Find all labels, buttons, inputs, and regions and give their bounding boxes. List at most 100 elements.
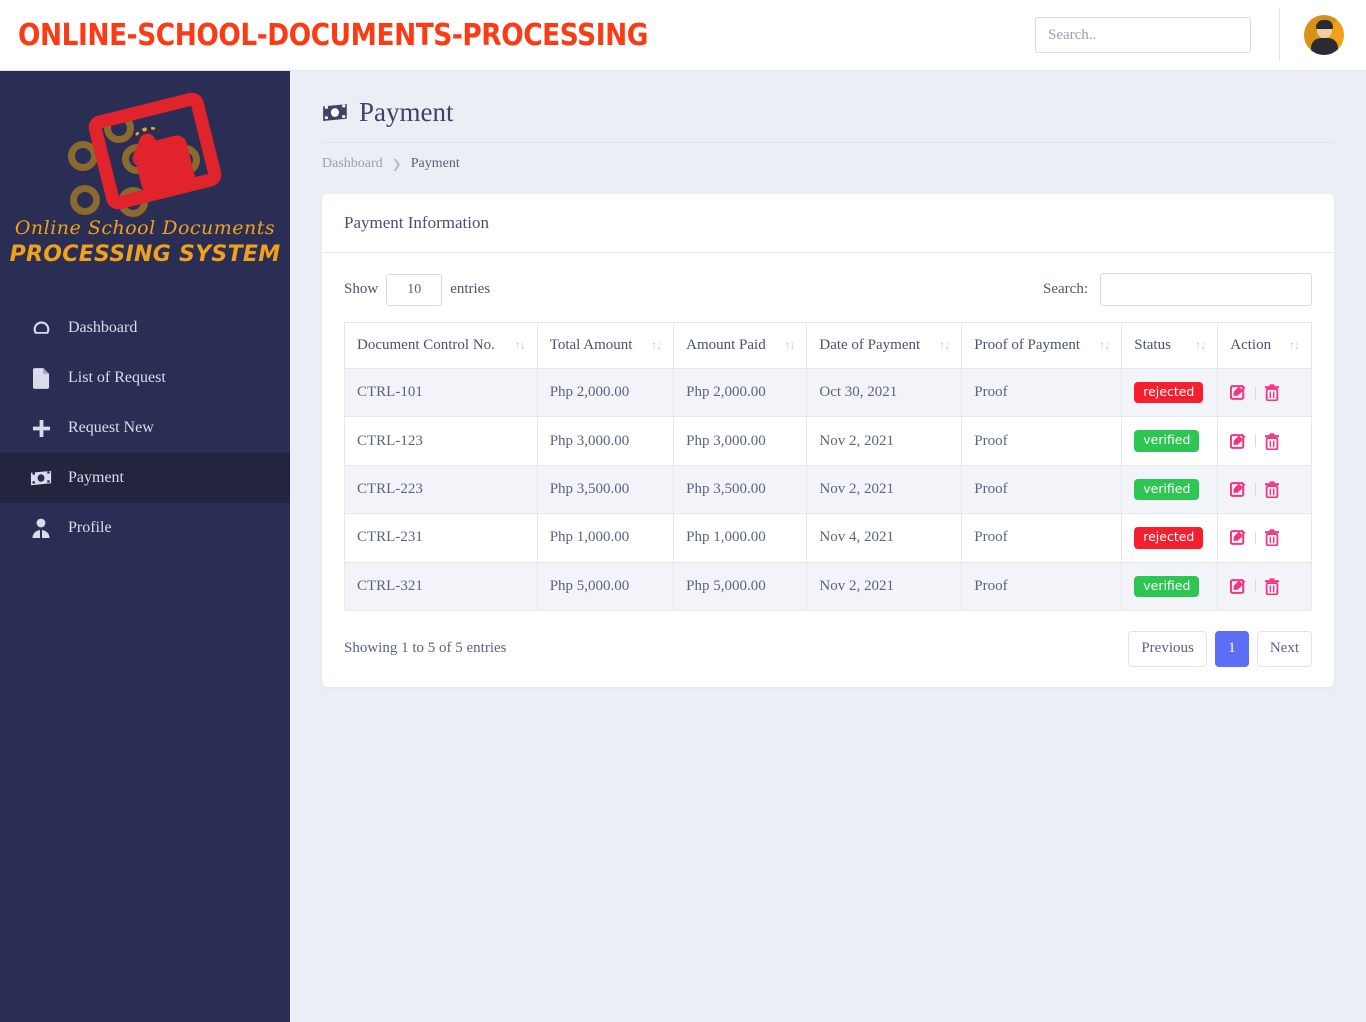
table-search-input[interactable] bbox=[1100, 273, 1312, 306]
pagination-page-1[interactable]: 1 bbox=[1214, 630, 1249, 667]
cell-status: verified bbox=[1121, 464, 1219, 515]
column-label: Total Amount bbox=[549, 337, 633, 353]
cell-total-amount: Php 3,500.00 bbox=[536, 464, 675, 515]
card-body: Show entries Search: Document Control No… bbox=[322, 253, 1334, 687]
delete-icon[interactable] bbox=[1264, 529, 1280, 547]
column-header-proof-of-payment[interactable]: Proof of Payment ↑↓ bbox=[961, 322, 1123, 369]
sidebar-item-list-of-request[interactable]: List of Request bbox=[0, 353, 290, 403]
entries-label: entries bbox=[450, 281, 491, 297]
edit-icon[interactable] bbox=[1230, 578, 1247, 595]
table-row: CTRL-321 Php 5,000.00 Php 5,000.00 Nov 2, 2… bbox=[344, 561, 1312, 611]
edit-icon[interactable] bbox=[1230, 481, 1247, 498]
cell-status: rejected bbox=[1121, 367, 1219, 418]
cell-date-of-payment: Nov 2, 2021 bbox=[806, 416, 963, 466]
column-label: Proof of Payment bbox=[974, 337, 1081, 353]
table-row: CTRL-123 Php 3,000.00 Php 3,000.00 Nov 2, 2… bbox=[344, 416, 1312, 466]
action-buttons: | bbox=[1230, 578, 1299, 595]
status-badge: verified bbox=[1134, 478, 1200, 501]
cell-proof-of-payment[interactable]: Proof bbox=[961, 513, 1123, 563]
sort-icon: ↑↓ bbox=[1289, 338, 1300, 352]
column-header-total-amount[interactable]: Total Amount ↑↓ bbox=[536, 322, 675, 369]
sidebar-item-dashboard[interactable]: Dashboard bbox=[0, 303, 290, 353]
cell-document-control-no: CTRL-321 bbox=[344, 561, 538, 611]
sidebar-item-request-new[interactable]: Request New bbox=[0, 403, 290, 453]
cell-proof-of-payment[interactable]: Proof bbox=[961, 416, 1123, 466]
cell-proof-of-payment[interactable]: Proof bbox=[961, 367, 1123, 418]
person-icon bbox=[28, 517, 54, 539]
sort-icon: ↑↓ bbox=[1099, 338, 1110, 352]
table-row: CTRL-101 Php 2,000.00 Php 2,000.00 Oct 30, … bbox=[344, 367, 1312, 418]
delete-icon[interactable] bbox=[1264, 481, 1280, 498]
cell-total-amount: Php 1,000.00 bbox=[536, 513, 675, 563]
table-search-label: Search: bbox=[1043, 281, 1088, 297]
pagination-next[interactable]: Next bbox=[1256, 630, 1312, 667]
sidebar-item-payment[interactable]: Payment bbox=[0, 453, 290, 503]
cell-document-control-no: CTRL-101 bbox=[344, 367, 538, 418]
table-search-control: Search: bbox=[1043, 273, 1312, 306]
show-label: Show bbox=[344, 281, 379, 297]
entries-per-page-input[interactable] bbox=[386, 273, 443, 306]
cell-status: rejected bbox=[1121, 513, 1219, 563]
delete-icon[interactable] bbox=[1264, 578, 1280, 595]
sidebar-item-label: Profile bbox=[68, 519, 112, 536]
speedometer-icon bbox=[28, 317, 54, 339]
cell-document-control-no: CTRL-123 bbox=[344, 416, 538, 466]
column-header-status[interactable]: Status ↑↓ bbox=[1121, 322, 1219, 369]
page-title-row: Payment bbox=[322, 97, 1334, 128]
pagination-previous[interactable]: Previous bbox=[1128, 630, 1207, 667]
cell-status: verified bbox=[1121, 561, 1219, 611]
chevron-right-icon: ❯ bbox=[391, 156, 402, 171]
cell-action: | bbox=[1217, 367, 1312, 418]
cell-total-amount: Php 2,000.00 bbox=[536, 367, 675, 418]
sort-icon: ↑↓ bbox=[784, 338, 795, 352]
entries-control: Show entries bbox=[344, 273, 491, 306]
document-icon bbox=[28, 367, 54, 389]
title-divider bbox=[322, 142, 1334, 143]
breadcrumb: Dashboard ❯ Payment bbox=[322, 156, 1334, 172]
table-row: CTRL-223 Php 3,500.00 Php 3,500.00 Nov 2, 2… bbox=[344, 464, 1312, 515]
brand-title: ONLINE-SCHOOL-DOCUMENTS-PROCESSING bbox=[18, 17, 648, 53]
cell-date-of-payment: Nov 2, 2021 bbox=[806, 464, 963, 515]
showing-entries-text: Showing 1 to 5 of 5 entries bbox=[344, 640, 507, 657]
payment-table: Document Control No. ↑↓ Total Amount ↑↓ bbox=[344, 322, 1312, 611]
sort-icon: ↑↓ bbox=[939, 338, 950, 352]
delete-icon[interactable] bbox=[1264, 384, 1280, 402]
action-separator: | bbox=[1254, 384, 1258, 400]
plus-icon bbox=[28, 417, 54, 439]
cell-status: verified bbox=[1121, 416, 1219, 466]
column-label: Document Control No. bbox=[357, 337, 495, 353]
column-label: Status bbox=[1134, 337, 1171, 353]
action-buttons: | bbox=[1230, 481, 1299, 498]
column-label: Amount Paid bbox=[686, 337, 766, 353]
delete-icon[interactable] bbox=[1264, 432, 1280, 450]
column-header-amount-paid[interactable]: Amount Paid ↑↓ bbox=[673, 322, 808, 369]
action-buttons: | bbox=[1230, 432, 1299, 450]
column-header-date-of-payment[interactable]: Date of Payment ↑↓ bbox=[806, 322, 963, 369]
breadcrumb-current: Payment bbox=[410, 156, 460, 171]
cell-date-of-payment: Nov 2, 2021 bbox=[806, 561, 963, 611]
action-separator: | bbox=[1254, 578, 1258, 594]
cell-date-of-payment: Oct 30, 2021 bbox=[806, 367, 963, 418]
column-header-document-control-no[interactable]: Document Control No. ↑↓ bbox=[344, 322, 538, 369]
breadcrumb-dashboard[interactable]: Dashboard bbox=[322, 156, 383, 172]
action-buttons: | bbox=[1230, 384, 1299, 402]
cell-proof-of-payment[interactable]: Proof bbox=[961, 561, 1123, 611]
table-row: CTRL-231 Php 1,000.00 Php 1,000.00 Nov 4, 2… bbox=[344, 513, 1312, 563]
cell-amount-paid: Php 1,000.00 bbox=[673, 513, 808, 563]
money-icon bbox=[322, 103, 349, 122]
logo-tablet-hand-icon bbox=[62, 90, 228, 217]
global-search-input[interactable] bbox=[1035, 17, 1251, 53]
edit-icon[interactable] bbox=[1230, 433, 1247, 450]
cell-action: | bbox=[1217, 464, 1312, 515]
avatar[interactable] bbox=[1304, 15, 1344, 55]
cell-proof-of-payment[interactable]: Proof bbox=[961, 464, 1123, 515]
edit-icon[interactable] bbox=[1230, 529, 1247, 546]
main-content: Payment Dashboard ❯ Payment Payment Info… bbox=[290, 71, 1366, 1022]
edit-icon[interactable] bbox=[1230, 384, 1247, 401]
column-header-action[interactable]: Action ↑↓ bbox=[1217, 322, 1312, 369]
payment-card: Payment Information Show entries Search: bbox=[322, 194, 1334, 687]
cell-amount-paid: Php 3,500.00 bbox=[673, 464, 808, 515]
sidebar-item-profile[interactable]: Profile bbox=[0, 503, 290, 553]
sidebar-item-label: Payment bbox=[68, 469, 124, 486]
table-head: Document Control No. ↑↓ Total Amount ↑↓ bbox=[344, 322, 1312, 369]
